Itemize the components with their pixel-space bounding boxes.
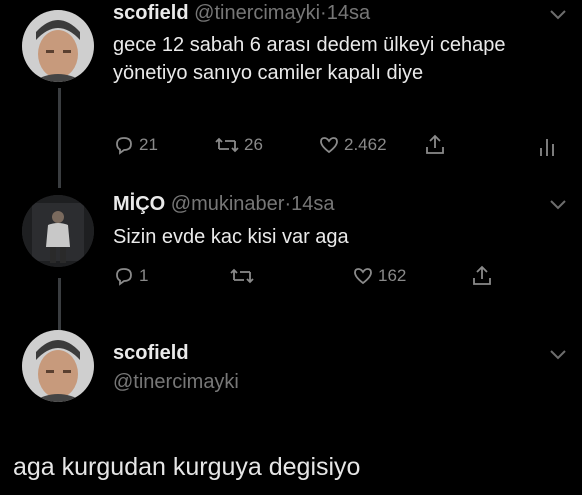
account-name[interactable]: scofield bbox=[113, 342, 189, 365]
share-button[interactable] bbox=[471, 264, 493, 288]
like-count: 162 bbox=[378, 266, 407, 285]
tweet-header: MİÇO @mukinaber·14sa bbox=[113, 193, 335, 216]
avatar[interactable] bbox=[22, 10, 94, 82]
thread-line bbox=[58, 278, 61, 330]
share-icon bbox=[426, 134, 444, 154]
reply-count: 21 bbox=[139, 135, 158, 154]
author-name[interactable]: scofield bbox=[113, 2, 189, 24]
chevron-down-icon[interactable] bbox=[549, 349, 567, 361]
share-icon bbox=[473, 265, 491, 285]
chevron-down-icon[interactable] bbox=[549, 9, 567, 21]
reply-icon bbox=[116, 268, 132, 286]
avatar[interactable] bbox=[22, 330, 94, 402]
chevron-down-icon[interactable] bbox=[549, 199, 567, 211]
like-button[interactable]: 162 bbox=[352, 265, 406, 287]
like-count: 2.462 bbox=[344, 135, 387, 154]
like-icon bbox=[320, 137, 338, 154]
author-handle[interactable]: @tinercimayki bbox=[113, 371, 239, 393]
retweet-button[interactable] bbox=[229, 265, 259, 287]
avatar[interactable] bbox=[22, 195, 94, 267]
timestamp[interactable]: 14sa bbox=[327, 2, 370, 24]
analytics-button[interactable] bbox=[538, 136, 556, 158]
separator: · bbox=[320, 2, 327, 24]
like-icon bbox=[354, 268, 372, 285]
retweet-button[interactable]: 26 bbox=[214, 134, 263, 156]
author-name[interactable]: scofield bbox=[113, 342, 189, 364]
tweet-header: scofield @tinercimayki·14sa bbox=[113, 2, 370, 25]
like-button[interactable]: 2.462 bbox=[318, 134, 387, 156]
retweet-icon bbox=[215, 137, 239, 153]
reply-button[interactable]: 1 bbox=[113, 265, 148, 287]
retweet-count: 26 bbox=[244, 135, 263, 154]
reply-button[interactable]: 21 bbox=[113, 134, 158, 156]
tweet-text: gece 12 sabah 6 arası dedem ülkeyi cehap… bbox=[113, 34, 506, 84]
tweet-text: Sizin evde kac kisi var aga bbox=[113, 226, 349, 248]
tweet-text: aga kurgudan kurguya degisiyo bbox=[13, 453, 361, 481]
author-name[interactable]: MİÇO bbox=[113, 193, 165, 215]
retweet-icon bbox=[230, 268, 254, 284]
share-button[interactable] bbox=[424, 133, 446, 157]
timestamp[interactable]: 14sa bbox=[291, 193, 334, 215]
reply-icon bbox=[116, 137, 132, 155]
thread-line bbox=[58, 88, 61, 188]
account-handle[interactable]: @tinercimayki bbox=[113, 371, 239, 394]
analytics-icon bbox=[540, 139, 554, 156]
author-handle[interactable]: @mukinaber bbox=[171, 193, 285, 215]
reply-count: 1 bbox=[139, 266, 149, 285]
author-handle[interactable]: @tinercimayki bbox=[194, 2, 320, 24]
